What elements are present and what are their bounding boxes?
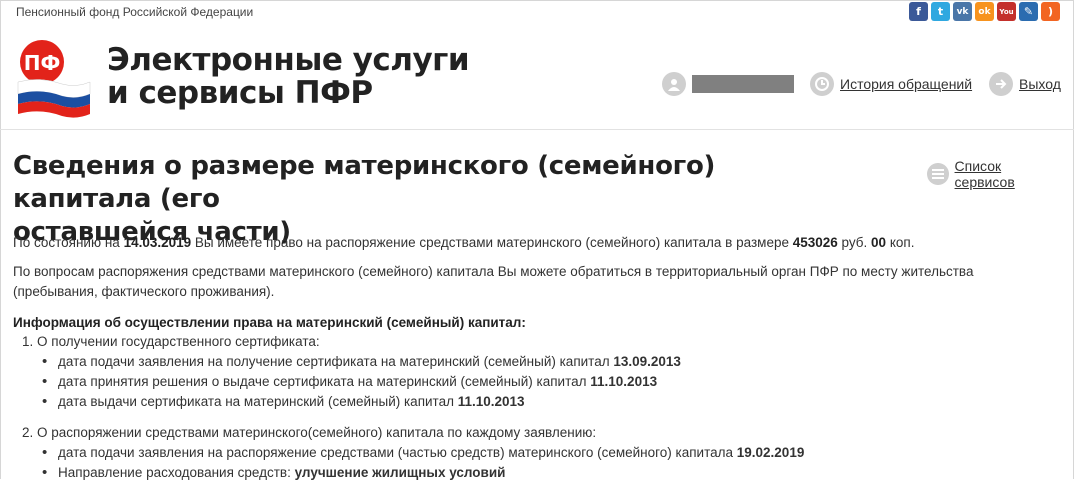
youtube-icon[interactable]: You [997,2,1016,21]
item-text: дата подачи заявления на получение серти… [58,354,614,369]
status-middle: Вы имеете право на распоряжение средства… [191,235,793,250]
item-value: 19.02.2019 [736,445,805,460]
odnoklassniki-icon[interactable]: ok [975,2,994,21]
kop-label: коп. [886,235,915,250]
item-text: дата принятия решения о выдаче сертифика… [58,374,591,389]
section-2-label: 2. О распоряжении средствами материнског… [22,425,597,440]
section-1-label: 1. О получении государственного сертифик… [22,334,320,349]
item-value: 13.09.2013 [613,354,681,369]
contact-line-1: По вопросам распоряжения средствами мате… [13,264,974,279]
item-value: 11.10.2013 [457,394,525,409]
logout-icon [989,72,1013,96]
rss-icon[interactable]: ) [1041,2,1060,21]
contact-info: По вопросам распоряжения средствами мате… [13,262,973,302]
services-list-link[interactable]: Список сервисов [927,158,1063,190]
redacted-user-name [692,75,794,93]
list-item: дата выдачи сертификата на материнский (… [42,393,525,410]
livejournal-icon[interactable]: ✎ [1019,2,1038,21]
social-links: f t vk ok You ✎ ) [909,2,1060,21]
top-bar: Пенсионный фонд Российской Федерации f t… [0,0,1074,24]
history-link[interactable]: История обращений [810,72,972,96]
status-prefix: По состоянию на [13,235,124,250]
list-item: дата подачи заявления на распоряжение ср… [42,444,805,461]
user-area[interactable] [662,72,794,96]
twitter-icon[interactable]: t [931,2,950,21]
facebook-icon[interactable]: f [909,2,928,21]
capital-amount: 453026 [792,235,838,250]
svg-text:ПФ: ПФ [24,51,61,75]
capital-status: По состоянию на 14.03.2019 Вы имеете пра… [13,233,914,253]
list-icon [927,163,949,185]
vk-icon[interactable]: vk [953,2,972,21]
list-item: Направление расходования средств: улучше… [42,464,506,481]
item-value: 11.10.2013 [590,374,658,389]
page-title-line-1: Сведения о размере материнского (семейно… [13,151,716,214]
org-name: Пенсионный фонд Российской Федерации [16,5,254,19]
status-date: 14.03.2019 [123,235,192,250]
kop-amount: 00 [871,235,887,250]
list-item: дата принятия решения о выдаче сертифика… [42,373,658,390]
info-heading: Информация об осуществлении права на мат… [13,315,526,330]
item-text: дата подачи заявления на распоряжение ср… [58,445,737,460]
brand-title[interactable]: Электронные услуги и сервисы ПФР [107,42,470,111]
user-icon [662,72,686,96]
history-label[interactable]: История обращений [840,76,972,92]
history-icon [810,72,834,96]
rub-label: руб. [837,235,872,250]
logout-label[interactable]: Выход [1019,76,1061,92]
item-text: Направление расходования средств: [58,465,295,480]
pfr-logo[interactable]: ПФ [10,38,94,118]
services-list-label[interactable]: Список сервисов [955,158,1063,190]
brand-line-1: Электронные услуги [107,42,470,78]
contact-line-2: (пребывания, фактического проживания). [13,284,275,299]
site-header: ПФ Электронные услуги и сервисы ПФР Исто… [0,24,1074,130]
list-item: дата подачи заявления на получение серти… [42,353,681,370]
item-text: дата выдачи сертификата на материнский (… [58,394,458,409]
item-value: улучшение жилищных условий [294,465,506,480]
brand-line-2: и сервисы ПФР [107,75,373,111]
logout-link[interactable]: Выход [989,72,1061,96]
